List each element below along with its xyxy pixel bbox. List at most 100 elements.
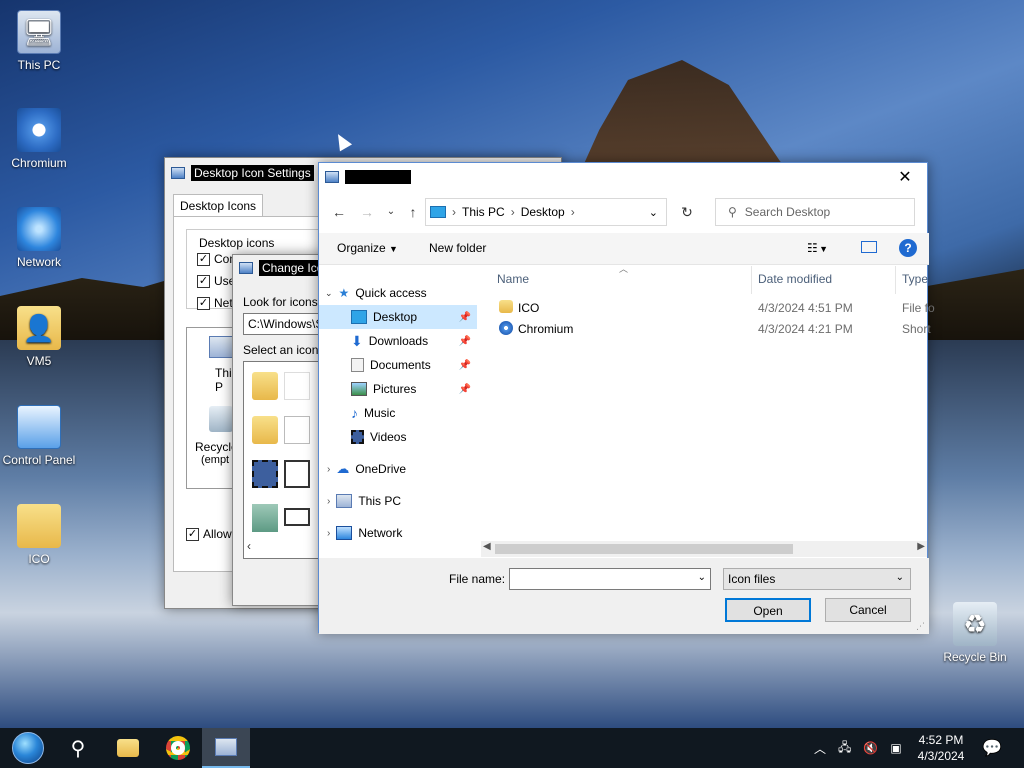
file-name: ICO <box>518 301 540 315</box>
speaker-muted-icon[interactable]: 🔇 <box>863 741 878 755</box>
breadcrumb-separator-icon: › <box>570 205 575 219</box>
file-list: ︿ Name Date modified Type ICO 4/3/2024 4… <box>495 264 935 556</box>
network-status-icon[interactable]: 🖧 <box>838 738 851 759</box>
folder-music-icon[interactable] <box>252 416 278 444</box>
nav-onedrive[interactable]: › ☁ OneDrive <box>319 457 477 481</box>
scroll-left-icon[interactable]: ‹ <box>247 539 251 553</box>
file-row-ico[interactable]: ICO 4/3/2024 4:51 PM File fo <box>495 298 935 318</box>
up-arrow-icon[interactable]: ↑ <box>403 202 423 222</box>
desktop-icon-chromium[interactable]: Chromium <box>0 108 78 170</box>
back-arrow-icon[interactable]: ← <box>329 202 349 222</box>
help-icon[interactable]: ? <box>899 239 917 257</box>
address-bar[interactable]: › This PC › Desktop › ⌄ <box>425 198 667 226</box>
chrome-icon <box>166 736 190 760</box>
search-icon: ⚲ <box>728 205 737 219</box>
title-bar[interactable] <box>319 163 927 191</box>
change-view-icon[interactable]: ☷ ▼ <box>807 241 828 255</box>
nav-label: Videos <box>370 430 407 444</box>
nav-documents[interactable]: Documents 📌 <box>319 353 477 377</box>
film-icon[interactable] <box>252 460 278 488</box>
nav-pictures[interactable]: Pictures 📌 <box>319 377 477 401</box>
new-folder-button[interactable]: New folder <box>429 241 486 255</box>
desktop-icon-ico[interactable]: ICO <box>0 504 78 566</box>
action-center-status-icon[interactable]: ▣ <box>890 741 901 755</box>
nav-label: Quick access <box>355 286 427 300</box>
organize-button[interactable]: Organize ▼ <box>337 241 398 255</box>
desktop-icon-network[interactable]: Network <box>0 207 78 269</box>
file-name-input[interactable]: ⌄ <box>509 568 711 590</box>
recycle-bin-icon <box>209 406 233 432</box>
forward-arrow-icon[interactable]: → <box>357 202 377 222</box>
clock[interactable]: 4:52 PM 4/3/2024 <box>906 732 976 764</box>
desktop-icon-recycle-bin[interactable]: ♻ Recycle Bin <box>936 602 1014 664</box>
film-frame-icon[interactable] <box>284 508 310 526</box>
scroll-left-arrow-icon[interactable]: ◀ <box>483 541 491 552</box>
pin-icon: 📌 <box>458 335 471 347</box>
column-separator[interactable] <box>751 266 752 294</box>
taskbar: ⚲ ︿ 🖧 🔇 ▣ 4:52 PM 4/3/2024 💬 <box>0 728 1024 768</box>
search-placeholder: Search Desktop <box>744 205 831 219</box>
nav-label: Downloads <box>368 334 429 348</box>
horizontal-scrollbar[interactable]: ◀ ▶ <box>481 541 927 557</box>
command-bar: Organize ▼ New folder ☷ ▼ ? <box>319 233 929 265</box>
file-name: Chromium <box>518 322 574 336</box>
search-taskbar-button[interactable]: ⚲ <box>54 728 102 768</box>
nav-this-pc[interactable]: › This PC <box>319 489 477 513</box>
folder-icon <box>499 300 513 313</box>
open-button[interactable]: Open <box>725 598 811 622</box>
folder-shortcut-icon[interactable] <box>252 372 278 400</box>
chrome-taskbar-button[interactable] <box>154 728 202 768</box>
blank-icon[interactable] <box>284 416 310 444</box>
videos-icon <box>351 430 364 444</box>
nav-desktop[interactable]: Desktop 📌 <box>319 305 477 329</box>
folder-icon <box>117 739 139 757</box>
chevron-down-icon[interactable]: ⌄ <box>698 572 706 583</box>
refresh-icon[interactable]: ↻ <box>677 202 697 222</box>
desktop-icon-label: Network <box>16 255 61 269</box>
scrollbar-thumb[interactable] <box>495 544 793 554</box>
monitor-icon <box>336 494 353 508</box>
recent-locations-chevron-icon[interactable]: ⌄ <box>381 202 401 222</box>
desktop-icon-this-pc[interactable]: 🖥 This PC <box>0 10 78 72</box>
checkbox-checked-icon: ✓ <box>197 274 210 288</box>
file-explorer-taskbar-button[interactable] <box>104 728 152 768</box>
scroll-right-arrow-icon[interactable]: ▶ <box>917 541 925 552</box>
nav-label: Music <box>364 406 396 420</box>
nav-label: Desktop <box>373 310 418 324</box>
nav-network[interactable]: › Network <box>319 521 477 545</box>
film-frame-icon[interactable] <box>284 460 310 488</box>
notifications-button[interactable]: 💬 <box>968 728 1016 768</box>
column-header-name[interactable]: Name <box>497 272 529 286</box>
file-row-chromium[interactable]: Chromium 4/3/2024 4:21 PM Short <box>495 319 931 339</box>
preview-pane-icon[interactable] <box>861 241 877 253</box>
tab-desktop-icons[interactable]: Desktop Icons <box>173 194 264 217</box>
resize-grip-icon[interactable]: ⋰ <box>916 621 925 632</box>
checkbox-allow-themes[interactable]: ✓ Allow t <box>186 527 238 541</box>
breadcrumb-this-pc[interactable]: This PC <box>462 205 505 219</box>
cancel-button[interactable]: Cancel <box>825 598 911 622</box>
close-button[interactable]: ✕ <box>891 167 919 189</box>
nav-downloads[interactable]: ⬇ Downloads 📌 <box>319 329 477 353</box>
file-type-select[interactable]: Icon files ⌄ <box>723 568 911 590</box>
file-type: File fo <box>902 301 935 315</box>
chevron-up-icon[interactable]: ︿ <box>814 740 826 757</box>
chevron-right-icon: › <box>327 463 331 475</box>
start-button[interactable] <box>4 728 52 768</box>
dialog-footer: File name: ⌄ Icon files ⌄ Open Cancel ⋰ <box>319 558 929 634</box>
desktop-icon-vm5[interactable]: 👤 VM5 <box>0 306 78 368</box>
breadcrumb-desktop[interactable]: Desktop <box>521 205 565 219</box>
column-header-date[interactable]: Date modified <box>758 272 832 286</box>
nav-quick-access[interactable]: ⌄ ★ Quick access <box>319 281 477 305</box>
book-icon[interactable] <box>252 504 278 532</box>
nav-videos[interactable]: Videos <box>319 425 477 449</box>
column-separator[interactable] <box>895 266 896 294</box>
blank-icon[interactable] <box>284 372 310 400</box>
group-title: Desktop icons <box>197 236 277 250</box>
desktop-icon-control-panel[interactable]: Control Panel <box>0 405 78 467</box>
search-box[interactable]: ⚲ Search Desktop <box>715 198 915 226</box>
breadcrumb-separator-icon: › <box>510 205 515 219</box>
nav-music[interactable]: ♪ Music <box>319 401 477 425</box>
column-header-type[interactable]: Type <box>902 272 928 286</box>
desktop-settings-taskbar-button[interactable] <box>202 728 250 768</box>
address-dropdown-chevron-icon[interactable]: ⌄ <box>649 206 658 219</box>
